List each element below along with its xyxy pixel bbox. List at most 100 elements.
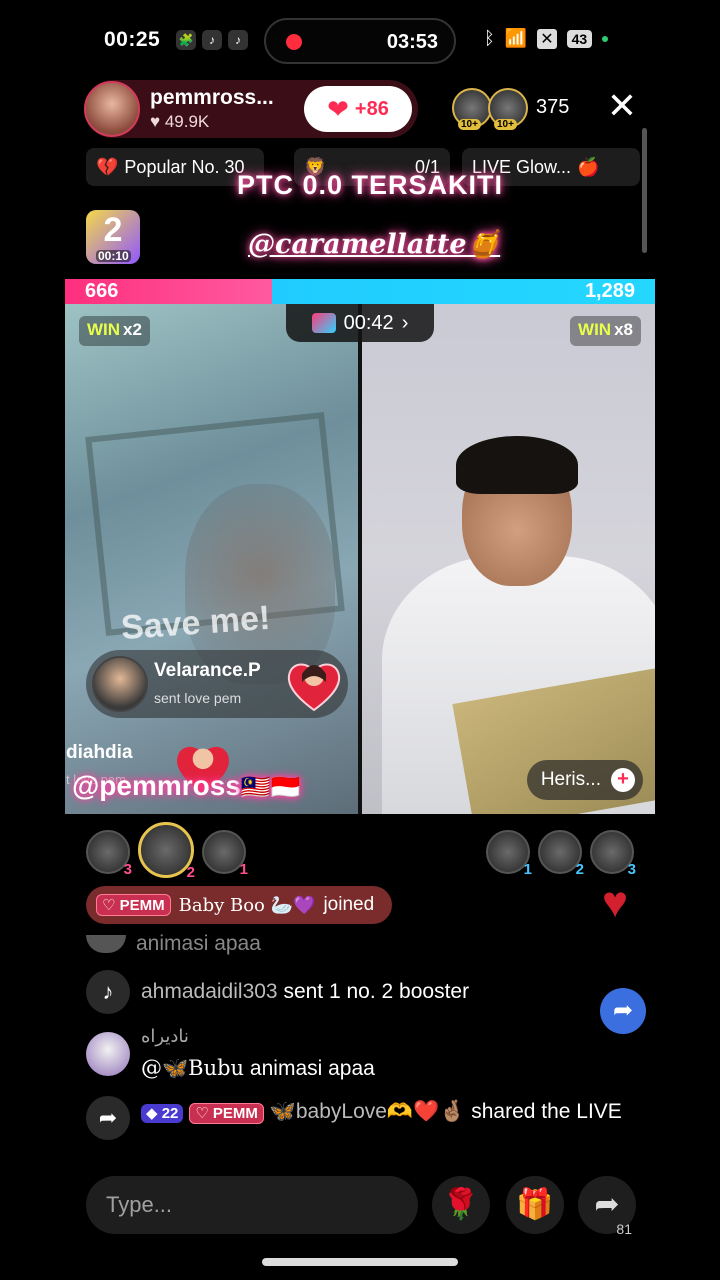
viewer-badge: 10+ <box>494 119 517 130</box>
share-count: 81 <box>616 1221 632 1237</box>
status-app-icons: 🧩 ♪ ♪ <box>176 30 248 50</box>
contributor-rank: 1 <box>239 861 248 878</box>
joined-user: Baby Boo 🦢💜 <box>178 894 316 916</box>
contributor-avatar[interactable]: 1 <box>202 830 248 878</box>
chat-username[interactable]: 🦋babyLove🫶❤️🤞🏽 <box>270 1100 466 1123</box>
watermark-handle-text: @pemmross <box>72 770 241 801</box>
contributor-rank: 3 <box>627 861 636 878</box>
battle-timer[interactable]: 00:42 › <box>286 304 434 342</box>
contributor-avatar[interactable]: 3 <box>86 830 132 878</box>
overlay-handle: @caramellatte🍯 <box>248 229 501 260</box>
chat-text: shared the LIVE <box>471 1100 622 1123</box>
tiktok-app-icon-2: ♪ <box>228 30 248 50</box>
status-time: 00:25 <box>104 28 161 51</box>
level-timer: 00:10 <box>96 249 131 263</box>
bluetooth-icon: ᛒ <box>484 28 495 48</box>
top-viewers[interactable]: 10+ 10+ <box>452 88 528 130</box>
share-arrow-icon[interactable]: ➦ <box>600 988 646 1034</box>
share-icon: ➦ <box>86 1096 130 1140</box>
contributor-avatar[interactable]: 2 <box>538 830 584 878</box>
host-info[interactable]: pemmross... ♥ 49.9K ❤ +86 <box>84 80 418 138</box>
chat-system-message: ahmadaidil303 sent 1 no. 2 booster <box>141 980 469 1004</box>
overlay-title: PTC 0.0 TERSAKITI <box>236 170 504 200</box>
guest-tag[interactable]: Heris... + <box>526 760 643 800</box>
viewer-count[interactable]: 375 <box>536 96 569 119</box>
share-button[interactable]: ➦ 81 <box>578 1176 636 1237</box>
heart-icon: ❤ <box>327 93 349 124</box>
share-arrow-icon: ➦ <box>594 1188 620 1221</box>
follow-count: +86 <box>354 97 389 120</box>
chat-text: animasi apaa <box>136 932 261 955</box>
record-icon <box>286 34 302 50</box>
left-win-badge: WIN x2 <box>79 316 150 346</box>
heart-gift-icon <box>287 663 341 712</box>
flags: 🇲🇾🇮🇩 <box>240 774 301 801</box>
level-tag-value: 22 <box>161 1105 179 1122</box>
level-badge[interactable]: 2 00:10 <box>86 210 140 264</box>
comment-input[interactable] <box>86 1176 418 1234</box>
tiktok-app-icon: ♪ <box>202 30 222 50</box>
chat-share-message: ◆ 22 ♡ PEMM 🦋babyLove🫶❤️🤞🏽 shared the LI… <box>141 1098 641 1128</box>
battle-timer-value: 00:42 <box>343 311 394 334</box>
home-indicator[interactable] <box>262 1258 458 1266</box>
win-label: WIN <box>87 320 121 339</box>
level-number: 2 <box>103 211 123 249</box>
chat-message: @🦋Bubu animasi apaa <box>141 1056 375 1081</box>
contributor-avatar[interactable]: 3 <box>590 830 636 878</box>
battle-icon <box>311 313 336 333</box>
battery-icon: 43 <box>566 29 593 48</box>
gift-description: sent love pem <box>154 690 242 706</box>
gift-sender: Velarance.P <box>154 660 261 681</box>
battle-score-bar: 666 1,289 <box>65 279 655 304</box>
contributor-avatar[interactable]: 1 <box>486 830 532 878</box>
second-gift-sender: diahdia <box>66 742 133 763</box>
level-tag: ◆ 22 <box>141 1104 184 1123</box>
close-icon[interactable]: ✕ <box>604 88 640 124</box>
chat-message-faded: animasi apaa <box>86 932 261 956</box>
rose-gift-icon[interactable]: 🌹 <box>432 1176 490 1234</box>
tiktok-icon: ♪ <box>86 970 130 1014</box>
contributor-rank: 2 <box>186 864 195 881</box>
joined-banner: ♡ PEMM Baby Boo 🦢💜 joined <box>86 886 392 924</box>
guest-name: Heris... <box>540 769 601 790</box>
sim-off-icon: ✕ <box>537 28 557 49</box>
host-likes-value: 49.9K <box>164 112 210 131</box>
right-video-pane[interactable]: WIN x8 Heris... + <box>362 304 655 814</box>
win-mult: x8 <box>614 320 633 339</box>
contributor-rank: 2 <box>575 861 584 878</box>
avatar <box>86 935 126 954</box>
like-heart-icon[interactable]: ♥ <box>602 878 628 928</box>
chat-username[interactable]: ahmadaidil303 <box>141 980 278 1003</box>
watermark-handle: @pemmross🇲🇾🇮🇩 <box>72 770 301 802</box>
viewer-badge: 10+ <box>458 119 481 130</box>
gift-sender-avatar <box>92 656 148 712</box>
status-bar: 00:25 🧩 ♪ ♪ 03:53 ᛒ 📶 ✕ 43 <box>0 0 720 80</box>
chat-mention[interactable]: @🦋Bubu <box>141 1056 244 1080</box>
status-right: ᛒ 📶 ✕ 43 <box>484 28 609 49</box>
privacy-dot <box>602 35 609 42</box>
gift-toast: Velarance.P sent love pem <box>86 650 348 718</box>
joined-action: joined <box>323 894 375 915</box>
viewer-avatar[interactable]: 10+ <box>452 88 492 130</box>
viewer-avatar[interactable]: 10+ <box>488 88 528 130</box>
win-mult: x2 <box>123 320 142 339</box>
battle-left-score: 666 <box>85 280 119 302</box>
battle-right-score: 1,289 <box>584 280 635 302</box>
follow-guest-button[interactable]: + <box>611 768 635 792</box>
screen-recorder-pill[interactable]: 03:53 <box>264 18 456 64</box>
follow-button[interactable]: ❤ +86 <box>304 86 412 132</box>
gift-icon[interactable]: 🎁 <box>506 1176 564 1234</box>
contributor-avatar[interactable]: 2 <box>138 822 195 881</box>
fan-tag-label: PEMM <box>212 1105 258 1122</box>
contributor-rank: 1 <box>523 861 532 878</box>
win-label: WIN <box>578 320 612 339</box>
chat-user-avatar[interactable] <box>86 1032 130 1076</box>
hair <box>456 436 578 494</box>
chat-username[interactable]: ناديراه <box>141 1026 189 1047</box>
host-name: pemmross... <box>150 86 274 109</box>
contributor-rank: 3 <box>123 861 132 878</box>
right-win-badge: WIN x8 <box>570 316 641 346</box>
host-avatar[interactable] <box>84 81 140 137</box>
chat-text: sent 1 no. 2 booster <box>283 980 470 1003</box>
heart-icon: ♥ <box>150 112 161 131</box>
